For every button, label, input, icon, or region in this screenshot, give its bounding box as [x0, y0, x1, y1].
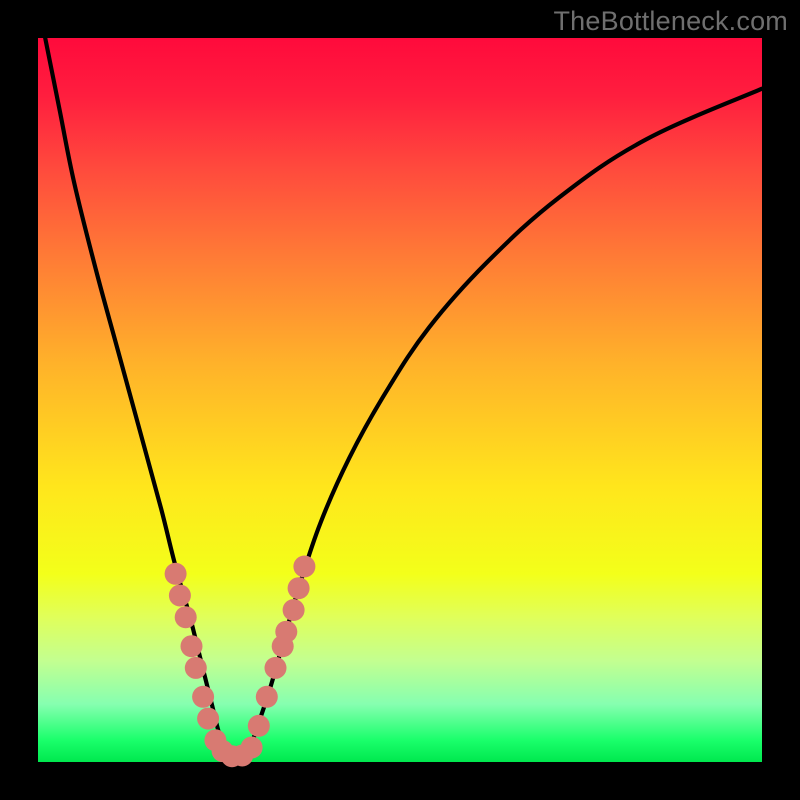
- curve-layer: [45, 38, 762, 759]
- data-marker: [181, 635, 203, 657]
- data-marker: [175, 606, 197, 628]
- marker-layer: [165, 556, 316, 768]
- chart-frame: TheBottleneck.com: [0, 0, 800, 800]
- data-marker: [288, 577, 310, 599]
- bottleneck-curve: [45, 38, 762, 759]
- data-marker: [293, 556, 315, 578]
- data-marker: [241, 737, 263, 759]
- data-marker: [275, 621, 297, 643]
- chart-svg: [38, 38, 762, 762]
- data-marker: [256, 686, 278, 708]
- data-marker: [165, 563, 187, 585]
- chart-plot-area: [38, 38, 762, 762]
- data-marker: [248, 715, 270, 737]
- data-marker: [185, 657, 207, 679]
- data-marker: [197, 708, 219, 730]
- data-marker: [169, 585, 191, 607]
- data-marker: [283, 599, 305, 621]
- data-marker: [192, 686, 214, 708]
- watermark-text: TheBottleneck.com: [553, 6, 788, 37]
- data-marker: [265, 657, 287, 679]
